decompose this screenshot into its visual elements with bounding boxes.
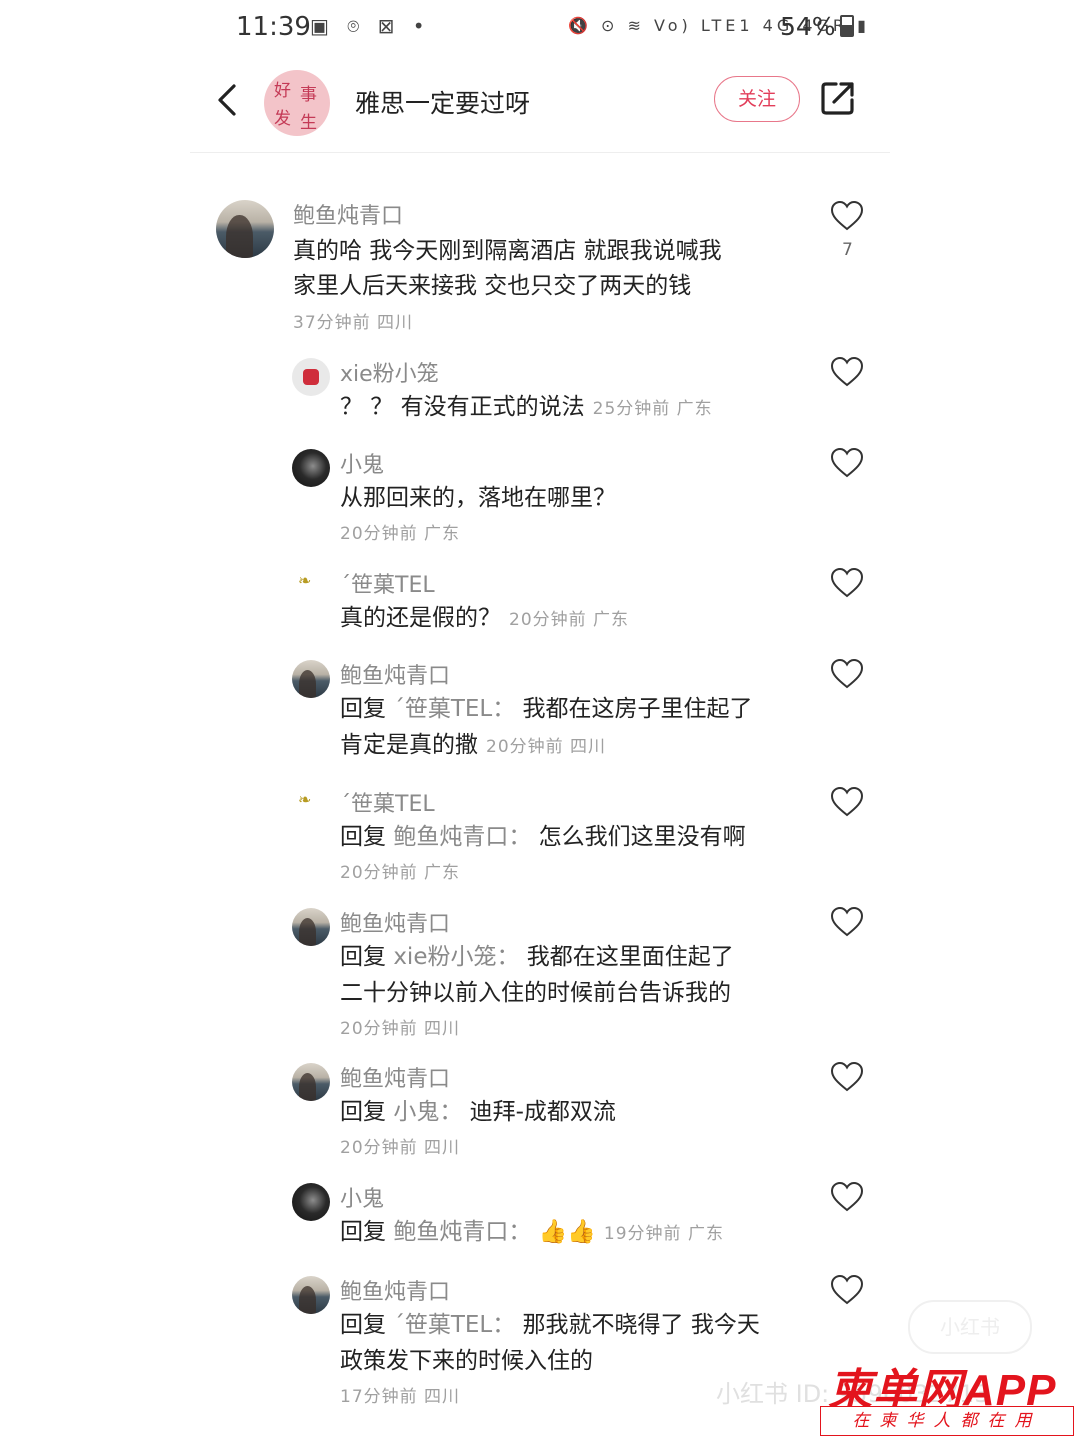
reply-prefix: 回复	[340, 944, 394, 970]
comment-author[interactable]: xie粉小笼	[340, 356, 439, 388]
comment-text: ？ ？ 有没有正式的说法 25分钟前 广东	[340, 390, 713, 427]
comment-text: 回复 鲍鱼炖青口： 👍👍 19分钟前 广东	[340, 1215, 724, 1252]
comment-text: 回复 ´笹菓TEL： 那我就不晓得了 我今天	[340, 1308, 760, 1343]
avatar[interactable]	[292, 358, 330, 396]
comment-meta: 20分钟前 广东	[340, 524, 461, 544]
reply-body: 👍👍	[531, 1219, 596, 1245]
heart-icon[interactable]	[830, 1181, 864, 1213]
comment-author[interactable]: 鲍鱼炖青口	[293, 198, 403, 230]
reply-body: 我都在这房子里住起了	[515, 696, 753, 722]
comment-text: 回复 鲍鱼炖青口： 怎么我们这里没有啊	[340, 820, 746, 855]
heart-icon[interactable]	[830, 447, 864, 479]
comment-text: 回复 小鬼： 迪拜-成都双流	[340, 1095, 616, 1130]
comment-author[interactable]: 鲍鱼炖青口	[340, 658, 450, 690]
reply-target[interactable]: ´笹菓TEL：	[393, 696, 515, 722]
reply-target[interactable]: 鲍鱼炖青口：	[393, 824, 531, 850]
author-name[interactable]: 雅思一定要过呀	[355, 84, 530, 120]
heart-icon[interactable]	[830, 567, 864, 599]
battery-percent: 54%	[780, 12, 836, 41]
comment-text: 回复 ´笹菓TEL： 我都在这房子里住起了	[340, 692, 753, 727]
reply-prefix: 回复	[340, 824, 394, 850]
reply-prefix: 回复	[340, 1312, 394, 1338]
comment-meta: 20分钟前 四川	[486, 737, 607, 757]
comment-author[interactable]: ´笹菓TEL	[340, 786, 435, 818]
reply-prefix: 回复	[340, 1099, 394, 1125]
comment-author[interactable]: ´笹菓TEL	[340, 567, 435, 599]
back-chevron-icon[interactable]	[210, 80, 250, 120]
comment-meta: 17分钟前 四川	[340, 1387, 461, 1407]
heart-icon[interactable]	[830, 1061, 864, 1093]
reply-target[interactable]: xie粉小笼：	[393, 944, 519, 970]
reply-body: 我都在这里面住起了	[519, 944, 734, 970]
comment-meta: 25分钟前 广东	[592, 399, 713, 419]
battery-indicator: 54%	[780, 12, 854, 41]
avatar-char: 生	[300, 113, 317, 133]
reply-body: 怎么我们这里没有啊	[531, 824, 746, 850]
notification-icons: ▣ ⌾ ⊠ •	[310, 14, 431, 38]
comment-text-line2: 肯定是真的撒 20分钟前 四川	[340, 728, 606, 765]
logo-slogan: 在柬华人都在用	[820, 1406, 1074, 1436]
comment-text: 真的哈 我今天刚到隔离酒店 就跟我说喊我	[293, 238, 722, 264]
heart-icon[interactable]	[830, 658, 864, 690]
xiaohongshu-watermark: 小红书	[908, 1300, 1032, 1354]
avatar[interactable]	[292, 908, 330, 946]
like-count: 7	[842, 240, 853, 260]
comment-meta: 20分钟前 广东	[340, 863, 461, 883]
comment-text-line2: 政策发下来的时候入住的	[340, 1348, 593, 1374]
reply-body: 真的还是假的？	[340, 605, 501, 631]
battery-icon	[839, 15, 854, 37]
comment-text: 真的还是假的？ 20分钟前 广东	[340, 601, 629, 638]
page-header: 好 事 发 生 雅思一定要过呀 关注	[190, 62, 890, 153]
reply-body: 迪拜-成都双流	[462, 1099, 616, 1125]
avatar-char: 好	[274, 81, 291, 101]
comment-meta: 19分钟前 广东	[603, 1224, 724, 1244]
avatar[interactable]	[292, 792, 330, 830]
reply-prefix: 回复	[340, 696, 394, 722]
heart-icon[interactable]	[830, 200, 864, 232]
share-icon[interactable]	[818, 78, 858, 118]
heart-icon[interactable]	[830, 786, 864, 818]
heart-icon[interactable]	[830, 1274, 864, 1306]
reply-body: ？ ？ 有没有正式的说法	[340, 394, 585, 420]
reply-target[interactable]: 鲍鱼炖青口：	[393, 1219, 531, 1245]
comment-text: 从那回来的，落地在哪里？	[340, 485, 616, 511]
avatar[interactable]	[292, 449, 330, 487]
comment-author[interactable]: 鲍鱼炖青口	[340, 906, 450, 938]
comment-author[interactable]: 小鬼	[340, 1181, 384, 1213]
reply-body-line2: 肯定是真的撒	[340, 732, 478, 758]
comment-text: 回复 xie粉小笼： 我都在这里面住起了	[340, 940, 734, 975]
comment-meta: 20分钟前 四川	[340, 1138, 461, 1158]
comment-text-line2: 家里人后天来接我 交也只交了两天的钱	[293, 273, 692, 299]
heart-icon[interactable]	[830, 906, 864, 938]
heart-icon[interactable]	[830, 356, 864, 388]
comment-meta: 37分钟前 四川	[293, 313, 414, 333]
comment-author[interactable]: 鲍鱼炖青口	[340, 1274, 450, 1306]
avatar[interactable]	[292, 573, 330, 611]
avatar[interactable]	[216, 200, 274, 258]
reply-target[interactable]: ´笹菓TEL：	[393, 1312, 515, 1338]
follow-button[interactable]: 关注	[714, 76, 800, 122]
comment-meta: 20分钟前 四川	[340, 1019, 461, 1039]
avatar-char: 事	[300, 85, 317, 105]
reply-body: 那我就不晓得了 我今天	[515, 1312, 760, 1338]
avatar[interactable]	[292, 660, 330, 698]
reply-target[interactable]: 小鬼：	[393, 1099, 462, 1125]
comment-author[interactable]: 小鬼	[340, 447, 384, 479]
status-time: 11:39	[236, 12, 311, 42]
avatar[interactable]	[292, 1063, 330, 1101]
author-avatar[interactable]: 好 事 发 生	[264, 70, 330, 136]
reply-prefix: 回复	[340, 1219, 394, 1245]
status-bar: 11:39 ▣ ⌾ ⊠ • 🔇 ⊙ ≋ Vo) LTE1 4G 4GR ▮ 54…	[0, 0, 1080, 60]
jiandan-logo: 柬单网APP 在柬华人都在用	[820, 1354, 1076, 1436]
avatar[interactable]	[292, 1276, 330, 1314]
avatar[interactable]	[292, 1183, 330, 1221]
avatar-char: 发	[274, 109, 291, 129]
comment-text-line2: 二十分钟以前入住的时候前台告诉我的	[340, 980, 731, 1006]
comment-author[interactable]: 鲍鱼炖青口	[340, 1061, 450, 1093]
comment-meta: 20分钟前 广东	[509, 610, 630, 630]
